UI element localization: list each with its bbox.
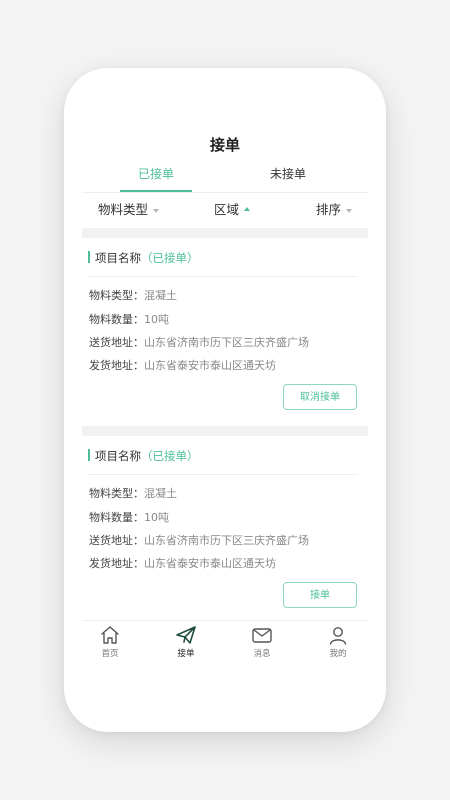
divider	[88, 474, 358, 475]
field-value: 混凝土	[144, 487, 177, 500]
filter-region-label: 区域	[214, 202, 240, 217]
accept-order-button[interactable]: 接单	[283, 582, 357, 608]
nav-item-profile[interactable]: 我的	[316, 625, 360, 659]
order-card: 项目名称（已接单） 物料类型：混凝土 物料数量：10吨 送货地址：山东省济南市历…	[82, 250, 368, 414]
accent-bar	[88, 449, 90, 461]
field-label: 发货地址：	[89, 557, 144, 570]
field-material-quantity: 物料数量：10吨	[89, 313, 169, 327]
field-value: 山东省济南市历下区三庆齐盛广场	[144, 336, 309, 349]
field-shipping-address: 发货地址：山东省泰安市泰山区通天坊	[89, 557, 276, 571]
nav-label: 消息	[253, 649, 271, 659]
nav-label: 首页	[101, 649, 119, 659]
caret-down-icon	[346, 208, 353, 213]
field-material-type: 物料类型：混凝土	[89, 487, 177, 501]
field-value: 山东省济南市历下区三庆齐盛广场	[144, 534, 309, 547]
order-status: （已接单）	[141, 251, 199, 265]
tab-accepted[interactable]: 已接单	[120, 164, 192, 192]
paper-plane-icon	[176, 626, 196, 644]
field-value: 山东省泰安市泰山区通天坊	[144, 359, 276, 372]
caret-up-icon	[244, 206, 251, 211]
order-status: （已接单）	[141, 449, 199, 463]
field-label: 送货地址：	[89, 534, 144, 547]
field-label: 送货地址：	[89, 336, 144, 349]
caret-down-icon	[153, 208, 160, 213]
field-shipping-address: 发货地址：山东省泰安市泰山区通天坊	[89, 359, 276, 373]
tab-bar: 已接单 未接单	[82, 164, 368, 193]
home-icon	[101, 626, 119, 644]
user-icon	[329, 627, 347, 645]
phone-frame: 接单 已接单 未接单 物料类型 区域 排序 项目名称（已接单） 物料类型：混凝土…	[64, 68, 386, 732]
field-delivery-address: 送货地址：山东省济南市历下区三庆齐盛广场	[89, 336, 309, 350]
field-label: 发货地址：	[89, 359, 144, 372]
filter-material-type-label: 物料类型	[98, 202, 149, 217]
section-divider	[82, 426, 368, 436]
card-header: 项目名称（已接单）	[88, 448, 199, 464]
card-header: 项目名称（已接单）	[88, 250, 199, 266]
filter-sort[interactable]: 排序	[316, 198, 353, 222]
field-value: 山东省泰安市泰山区通天坊	[144, 557, 276, 570]
field-value: 10吨	[144, 313, 169, 326]
nav-label: 我的	[329, 649, 347, 659]
nav-item-messages[interactable]: 消息	[240, 625, 284, 659]
field-label: 物料数量：	[89, 313, 144, 326]
field-value: 10吨	[144, 511, 169, 524]
mail-icon	[252, 628, 272, 643]
nav-item-orders[interactable]: 接单	[164, 625, 208, 659]
nav-label: 接单	[177, 649, 195, 659]
bottom-nav: 首页 接单 消息 我的	[82, 620, 368, 665]
nav-item-home[interactable]: 首页	[88, 625, 132, 659]
field-label: 物料数量：	[89, 511, 144, 524]
section-divider	[82, 228, 368, 238]
field-material-quantity: 物料数量：10吨	[89, 511, 169, 525]
accent-bar	[88, 251, 90, 263]
page-title: 接单	[209, 136, 240, 154]
cancel-order-button[interactable]: 取消接单	[283, 384, 357, 410]
divider	[88, 276, 358, 277]
project-name: 项目名称	[95, 449, 141, 463]
field-delivery-address: 送货地址：山东省济南市历下区三庆齐盛广场	[89, 534, 309, 548]
filter-bar: 物料类型 区域 排序	[82, 198, 368, 222]
project-name: 项目名称	[95, 251, 141, 265]
filter-sort-label: 排序	[316, 202, 342, 217]
field-material-type: 物料类型：混凝土	[89, 289, 177, 303]
field-label: 物料类型：	[89, 487, 144, 500]
filter-material-type[interactable]: 物料类型	[98, 198, 160, 222]
field-value: 混凝土	[144, 289, 177, 302]
order-card: 项目名称（已接单） 物料类型：混凝土 物料数量：10吨 送货地址：山东省济南市历…	[82, 448, 368, 612]
field-label: 物料类型：	[89, 289, 144, 302]
tab-not-accepted[interactable]: 未接单	[262, 164, 314, 192]
filter-region[interactable]: 区域	[214, 198, 251, 222]
